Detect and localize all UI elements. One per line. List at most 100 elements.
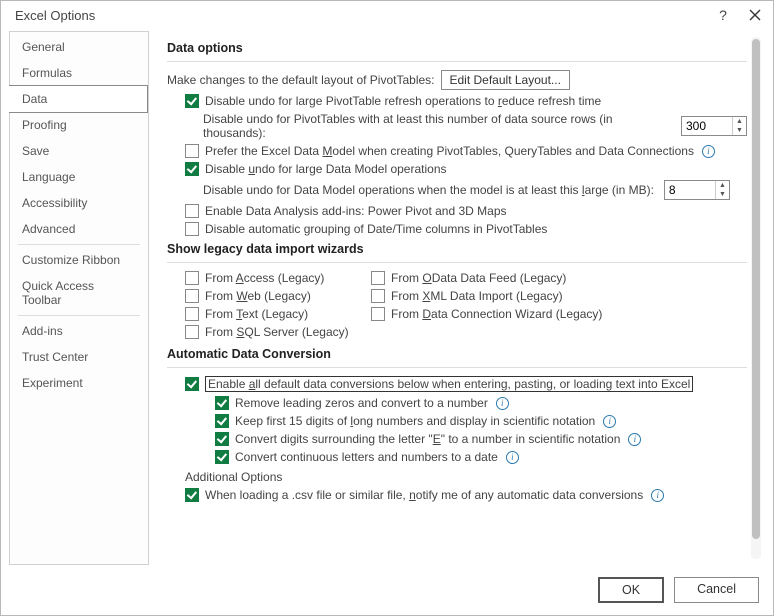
checkbox-disable-undo-pivot[interactable] <box>185 94 199 108</box>
sidebar-item-experiment[interactable]: Experiment <box>10 370 148 396</box>
spinner-up-icon[interactable]: ▲ <box>733 117 746 126</box>
label-enable-addins: Enable Data Analysis add-ins: Power Pivo… <box>205 204 507 218</box>
label-legacy-5: From Data Connection Wizard (Legacy) <box>391 307 602 321</box>
info-icon[interactable] <box>603 415 616 428</box>
divider <box>167 262 747 263</box>
row-disable-undo-dm: Disable undo for large Data Model operat… <box>167 162 747 176</box>
checkbox-prefer-data-model[interactable] <box>185 144 199 158</box>
info-icon[interactable] <box>628 433 641 446</box>
row-disable-undo-dm-size: Disable undo for Data Model operations w… <box>167 180 747 200</box>
sidebar-item-customize-ribbon[interactable]: Customize Ribbon <box>10 247 148 273</box>
section-title-legacy: Show legacy data import wizards <box>167 242 747 256</box>
checkbox-enable-all[interactable] <box>185 377 199 391</box>
label-legacy-2: From Web (Legacy) <box>205 289 311 303</box>
main-panel: Data options Make changes to the default… <box>149 31 765 565</box>
info-icon[interactable] <box>702 145 715 158</box>
checkbox-legacy-2[interactable] <box>185 289 199 303</box>
info-icon[interactable] <box>496 397 509 410</box>
ok-button[interactable]: OK <box>598 577 664 603</box>
checkbox-disable-undo-dm[interactable] <box>185 162 199 176</box>
row-enable-addins: Enable Data Analysis add-ins: Power Pivo… <box>167 204 747 218</box>
spinner-up-icon[interactable]: ▲ <box>716 181 729 190</box>
help-icon[interactable]: ? <box>715 7 731 23</box>
sidebar-item-advanced[interactable]: Advanced <box>10 216 148 242</box>
checkbox-legacy-5[interactable] <box>371 307 385 321</box>
window-controls: ? <box>715 7 763 23</box>
sidebar-item-formulas[interactable]: Formulas <box>10 60 148 86</box>
scrollbar-thumb[interactable] <box>752 39 760 539</box>
spinner-disable-undo-rows[interactable]: ▲▼ <box>681 116 747 136</box>
label-disable-undo-pivot: Disable undo for large PivotTable refres… <box>205 94 601 108</box>
checkbox-convert-e[interactable] <box>215 432 229 446</box>
spinner-down-icon[interactable]: ▼ <box>733 126 746 135</box>
row-legacy-2: From Web (Legacy) <box>185 289 355 303</box>
label-legacy-1: From OData Data Feed (Legacy) <box>391 271 566 285</box>
spinner-down-icon[interactable]: ▼ <box>716 190 729 199</box>
checkbox-convert-date[interactable] <box>215 450 229 464</box>
row-legacy-5: From Data Connection Wizard (Legacy) <box>371 307 631 321</box>
input-disable-undo-rows[interactable] <box>682 117 732 135</box>
edit-default-layout-button[interactable]: Edit Default Layout... <box>441 70 570 90</box>
spinner-disable-undo-dm-size[interactable]: ▲▼ <box>664 180 730 200</box>
label-enable-all: Enable all default data conversions belo… <box>205 376 693 392</box>
row-prefer-data-model: Prefer the Excel Data Model when creatin… <box>167 144 747 158</box>
sidebar-item-data[interactable]: Data <box>9 85 148 113</box>
checkbox-legacy-4[interactable] <box>185 307 199 321</box>
scrollbar[interactable] <box>751 37 761 559</box>
label-convert-e: Convert digits surrounding the letter "E… <box>235 432 620 446</box>
row-enable-all: Enable all default data conversions belo… <box>167 376 747 392</box>
checkbox-legacy-0[interactable] <box>185 271 199 285</box>
checkbox-legacy-3[interactable] <box>371 289 385 303</box>
sidebar-item-accessibility[interactable]: Accessibility <box>10 190 148 216</box>
row-legacy-4: From Text (Legacy) <box>185 307 355 321</box>
row-keep-15: Keep first 15 digits of long numbers and… <box>167 414 747 428</box>
sidebar-item-general[interactable]: General <box>10 34 148 60</box>
label-disable-autogroup: Disable automatic grouping of Date/Time … <box>205 222 547 236</box>
titlebar: Excel Options ? <box>1 1 773 27</box>
row-csv-notify: When loading a .csv file or similar file… <box>167 488 747 502</box>
row-disable-undo-pivot: Disable undo for large PivotTable refres… <box>167 94 747 108</box>
sidebar-item-quick-access-toolbar[interactable]: Quick Access Toolbar <box>10 273 148 313</box>
row-disable-undo-rows: Disable undo for PivotTables with at lea… <box>167 112 747 140</box>
sidebar-item-save[interactable]: Save <box>10 138 148 164</box>
checkbox-legacy-1[interactable] <box>371 271 385 285</box>
dialog-title: Excel Options <box>15 8 95 23</box>
checkbox-disable-autogroup[interactable] <box>185 222 199 236</box>
checkbox-remove-zeros[interactable] <box>215 396 229 410</box>
label-legacy-0: From Access (Legacy) <box>205 271 324 285</box>
row-legacy-3: From XML Data Import (Legacy) <box>371 289 631 303</box>
label-csv-notify: When loading a .csv file or similar file… <box>205 488 643 502</box>
info-icon[interactable] <box>506 451 519 464</box>
divider <box>167 367 747 368</box>
sidebar-divider <box>18 244 140 245</box>
close-icon[interactable] <box>747 7 763 23</box>
excel-options-dialog: Excel Options ? GeneralFormulasDataProof… <box>0 0 774 616</box>
label-legacy-4: From Text (Legacy) <box>205 307 308 321</box>
input-disable-undo-dm-size[interactable] <box>665 181 715 199</box>
checkbox-keep-15[interactable] <box>215 414 229 428</box>
checkbox-csv-notify[interactable] <box>185 488 199 502</box>
label-disable-undo-dm: Disable undo for large Data Model operat… <box>205 162 447 176</box>
sidebar: GeneralFormulasDataProofingSaveLanguageA… <box>9 31 149 565</box>
sidebar-item-trust-center[interactable]: Trust Center <box>10 344 148 370</box>
sidebar-divider <box>18 315 140 316</box>
row-remove-zeros: Remove leading zeros and convert to a nu… <box>167 396 747 410</box>
checkbox-legacy-6[interactable] <box>185 325 199 339</box>
label-pivot-layout: Make changes to the default layout of Pi… <box>167 73 435 87</box>
label-disable-undo-rows: Disable undo for PivotTables with at lea… <box>203 112 671 140</box>
row-disable-autogroup: Disable automatic grouping of Date/Time … <box>167 222 747 236</box>
section-title-data-options: Data options <box>167 41 747 55</box>
label-keep-15: Keep first 15 digits of long numbers and… <box>235 414 595 428</box>
sidebar-item-proofing[interactable]: Proofing <box>10 112 148 138</box>
info-icon[interactable] <box>651 489 664 502</box>
dialog-body: GeneralFormulasDataProofingSaveLanguageA… <box>1 27 773 569</box>
row-legacy-1: From OData Data Feed (Legacy) <box>371 271 631 285</box>
label-legacy-3: From XML Data Import (Legacy) <box>391 289 563 303</box>
additional-options-title: Additional Options <box>167 470 747 484</box>
sidebar-item-add-ins[interactable]: Add-ins <box>10 318 148 344</box>
legacy-wizard-grid: From Access (Legacy) From OData Data Feed… <box>167 271 747 339</box>
cancel-button[interactable]: Cancel <box>674 577 759 603</box>
divider <box>167 61 747 62</box>
sidebar-item-language[interactable]: Language <box>10 164 148 190</box>
checkbox-enable-addins[interactable] <box>185 204 199 218</box>
